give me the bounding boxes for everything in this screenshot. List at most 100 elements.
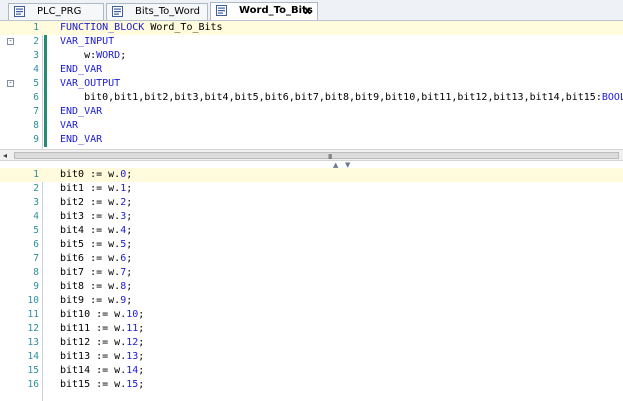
code-line[interactable]: 14 bit13 := w.13; [0,350,623,364]
code-line[interactable]: 4 END_VAR [0,63,623,77]
declaration-code[interactable]: 1 FUNCTION_BLOCK Word_To_Bits 2 - VAR_INPUT 3… [0,21,623,147]
scroll-grip-icon: III [328,153,332,161]
line-number: 6 [33,239,39,250]
statement-end: ; [126,225,133,236]
line-number: 3 [33,197,39,208]
code-line[interactable]: 6 bit0,bit1,bit2,bit3,bit4,bit5,bit6,bit… [0,91,623,105]
assignment: bit11 := w. [60,323,127,334]
line-number: 5 [33,78,39,89]
identifier: ; [120,50,127,61]
code-text: bit5 := w.5; [60,238,132,252]
code-line[interactable]: 6 bit5 := w.5; [0,238,623,252]
bit-index: 12 [126,337,139,348]
editor-tab-bar: PLC_PRG Bits_To_Word Word_To_Bits x [0,0,623,21]
code-text: FUNCTION_BLOCK Word_To_Bits [60,21,223,35]
code-line[interactable]: 3 w:WORD; [0,49,623,63]
assignment: bit8 := w. [60,281,121,292]
code-text: bit8 := w.8; [60,280,132,294]
code-text: bit1 := w.1; [60,182,132,196]
code-line[interactable]: 16 bit15 := w.15; [0,378,623,392]
keyword: END_VAR [60,106,103,117]
assignment: bit7 := w. [60,267,121,278]
code-text: bit14 := w.14; [60,364,144,378]
line-number: 16 [27,379,39,390]
statement-end: ; [126,295,133,306]
code-line[interactable]: 11 bit10 := w.10; [0,308,623,322]
code-line[interactable]: 8 bit7 := w.7; [0,266,623,280]
declaration-editor[interactable]: 1 FUNCTION_BLOCK Word_To_Bits 2 - VAR_INPUT 3… [0,21,623,149]
code-line[interactable]: 3 bit2 := w.2; [0,196,623,210]
code-text: bit3 := w.3; [60,210,132,224]
assignment: bit13 := w. [60,351,127,362]
keyword: VAR_OUTPUT [60,78,121,89]
statement-end: ; [138,323,145,334]
code-text: bit2 := w.2; [60,196,132,210]
code-line[interactable]: 13 bit12 := w.12; [0,336,623,350]
horizontal-scrollbar[interactable]: ◂ III [0,149,623,161]
assignment: bit6 := w. [60,253,121,264]
statement-end: ; [126,267,133,278]
statement-end: ; [126,169,133,180]
bit-index: 10 [126,309,139,320]
statement-end: ; [126,211,133,222]
bit-index: 11 [126,323,139,334]
assignment: bit5 := w. [60,239,121,250]
line-number: 11 [27,309,39,320]
code-line[interactable]: 4 bit3 := w.3; [0,210,623,224]
line-number: 4 [33,64,39,75]
line-number: 8 [33,267,39,278]
code-text: bit0 := w.0; [60,168,132,182]
code-text: VAR_OUTPUT [60,77,120,91]
code-line[interactable]: 1 bit0 := w.0; [0,168,623,182]
line-number: 5 [33,225,39,236]
statement-end: ; [126,239,133,250]
code-text: VAR [60,119,78,133]
scroll-left-arrow-icon[interactable]: ◂ [3,151,7,160]
code-text: bit11 := w.11; [60,322,144,336]
line-number: 7 [33,253,39,264]
implementation-editor[interactable]: 1 bit0 := w.0; 2 bit1 := w.1; 3 bit2 := w.2; 4… [0,168,623,401]
assignment: bit2 := w. [60,197,121,208]
close-tab-icon[interactable]: x [304,4,311,17]
code-line[interactable]: 9 bit8 := w.8; [0,280,623,294]
bit-index: 15 [126,379,139,390]
code-line[interactable]: 2 bit1 := w.1; [0,182,623,196]
code-line[interactable]: 2 - VAR_INPUT [0,35,623,49]
tab-word-to-bits[interactable]: Word_To_Bits x [210,2,318,20]
keyword: END_VAR [60,64,103,75]
code-line[interactable]: 5 bit4 := w.4; [0,224,623,238]
bit-index: 14 [126,365,139,376]
code-text: VAR_INPUT [60,35,114,49]
keyword: END_VAR [60,134,103,145]
editor-splitter[interactable]: ▲ ▼ [0,161,623,169]
statement-end: ; [138,309,145,320]
assignment: bit4 := w. [60,225,121,236]
line-number: 2 [33,36,39,47]
statement-end: ; [138,379,145,390]
line-number: 9 [33,134,39,145]
line-number: 2 [33,183,39,194]
tab-plc-prg[interactable]: PLC_PRG [8,3,104,20]
code-line[interactable]: 5 - VAR_OUTPUT [0,77,623,91]
code-line[interactable]: 1 FUNCTION_BLOCK Word_To_Bits [0,21,623,35]
code-text: bit10 := w.10; [60,308,144,322]
code-line[interactable]: 7 bit6 := w.6; [0,252,623,266]
tab-bits-to-word[interactable]: Bits_To_Word [106,3,208,20]
line-number: 12 [27,323,39,334]
code-line[interactable]: 10 bit9 := w.9; [0,294,623,308]
collapse-icon[interactable]: - [7,80,14,87]
scrollbar-thumb[interactable]: III [14,152,619,161]
code-line[interactable]: 15 bit14 := w.14; [0,364,623,378]
code-text: bit13 := w.13; [60,350,144,364]
implementation-code[interactable]: 1 bit0 := w.0; 2 bit1 := w.1; 3 bit2 := w.2; 4… [0,168,623,392]
code-line[interactable]: 7 END_VAR [0,105,623,119]
code-line[interactable]: 8 VAR [0,119,623,133]
tab-label: PLC_PRG [37,6,82,17]
line-number: 15 [27,365,39,376]
code-line[interactable]: 12 bit11 := w.11; [0,322,623,336]
collapse-icon[interactable]: - [7,38,14,45]
code-text: bit12 := w.12; [60,336,144,350]
code-line[interactable]: 9 END_VAR [0,133,623,147]
statement-end: ; [138,365,145,376]
line-number: 4 [33,211,39,222]
